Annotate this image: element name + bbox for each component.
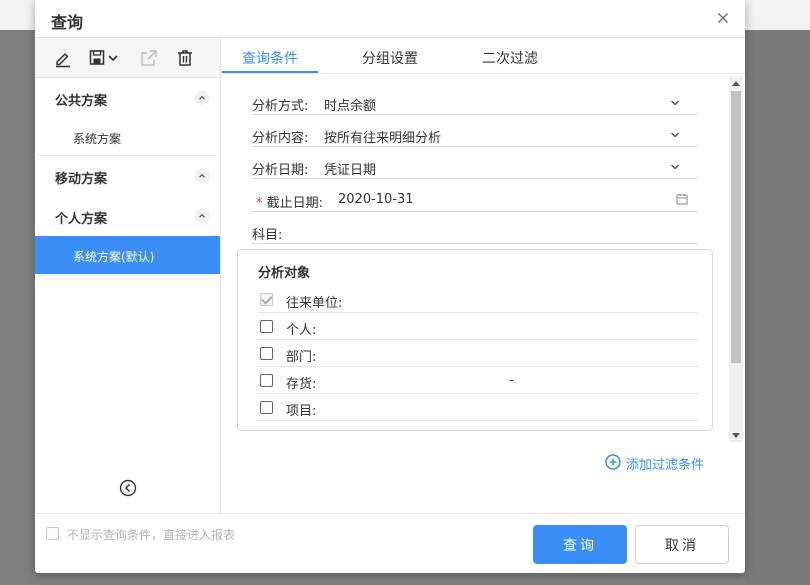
inventory-checkbox[interactable] (260, 374, 273, 387)
object-row-department: 部门: (258, 340, 698, 367)
sidebar-item-system-scheme-default[interactable]: 系统方案(默认) (35, 236, 220, 274)
field-label: 科目: (252, 228, 283, 243)
field-label-text: 截止日期: (266, 196, 324, 211)
chevron-down-icon[interactable] (670, 98, 680, 108)
section-public-schemes[interactable]: 公共方案 (35, 78, 220, 118)
analysis-method-select[interactable]: 分析方式: 时点余额 (252, 91, 698, 115)
analysis-date-select[interactable]: 分析日期: 凭证日期 (252, 155, 698, 179)
chevron-up-icon[interactable] (195, 209, 209, 223)
object-label: 部门: (286, 350, 317, 365)
sidebar-item-label: 系统方案(默认) (73, 250, 155, 264)
individual-checkbox[interactable] (260, 320, 273, 333)
collapse-left-icon[interactable] (119, 479, 137, 497)
field-value: 按所有往来明细分析 (324, 131, 442, 146)
calendar-icon[interactable] (676, 193, 688, 205)
object-label: 存货: (286, 377, 317, 392)
object-label: 往来单位: (286, 296, 343, 311)
form-scrollbar[interactable] (729, 76, 743, 442)
plus-circle-icon (605, 454, 621, 470)
analysis-content-select[interactable]: 分析内容: 按所有往来明细分析 (252, 123, 698, 147)
chevron-up-icon[interactable] (195, 91, 209, 105)
tab-query-conditions[interactable]: 查询条件 (242, 48, 298, 68)
active-tab-indicator (222, 71, 318, 73)
counterparty-checkbox[interactable] (260, 293, 273, 306)
field-label: 分析内容: (252, 131, 309, 146)
scroll-up-arrow-icon[interactable] (732, 81, 740, 86)
tab-secondary-filter[interactable]: 二次过滤 (482, 48, 538, 68)
field-value: 凭证日期 (324, 163, 377, 178)
project-checkbox[interactable] (260, 401, 273, 414)
panel-title: 分析对象 (258, 266, 311, 281)
sidebar-item-label: 系统方案 (73, 132, 122, 146)
cutoff-date-value[interactable]: 2020-10-31 (338, 192, 414, 207)
section-title: 个人方案 (55, 212, 108, 227)
field-label: 分析方式: (252, 99, 309, 114)
cutoff-date-field[interactable]: * 截止日期: 2020-10-31 (252, 188, 698, 212)
chevron-down-icon[interactable] (670, 162, 680, 172)
background-overlay (745, 30, 810, 585)
analysis-objects-panel: 分析对象 往来单位: 个人: 部门: 存货: - 项目: (237, 249, 713, 431)
close-icon[interactable] (715, 10, 731, 26)
section-title: 公共方案 (55, 94, 108, 109)
section-mobile-schemes[interactable]: 移动方案 (35, 156, 220, 196)
dialog-footer: 不显示查询条件，直接进入报表 查询 取消 (35, 513, 745, 573)
department-checkbox[interactable] (260, 347, 273, 360)
query-dialog: 查询 公共方案 系统方案 移动方案 个人方案 系统方案(默认) 查询条件 分组设… (35, 0, 745, 573)
section-personal-schemes[interactable]: 个人方案 (35, 196, 220, 236)
delete-icon[interactable] (175, 48, 195, 68)
field-label: 分析日期: (252, 163, 309, 178)
object-row-project: 项目: (258, 394, 698, 421)
required-mark: * (256, 196, 263, 211)
dialog-title: 查询 (51, 13, 84, 32)
inventory-range-separator: - (509, 373, 514, 388)
skip-conditions-label: 不显示查询条件，直接进入报表 (67, 528, 236, 542)
skip-conditions-checkbox[interactable] (46, 527, 59, 540)
export-icon (141, 50, 157, 66)
object-row-individual: 个人: (258, 313, 698, 340)
object-label: 项目: (286, 404, 317, 419)
save-icon[interactable] (89, 48, 105, 68)
sidebar-item-system-scheme[interactable]: 系统方案 (35, 118, 220, 156)
edit-icon[interactable] (53, 48, 73, 68)
cancel-button[interactable]: 取消 (635, 525, 729, 564)
tab-bar: 查询条件 分组设置 二次过滤 (222, 38, 745, 74)
scheme-toolbar (35, 38, 220, 78)
tab-group-settings[interactable]: 分组设置 (362, 48, 418, 68)
object-row-counterparty: 往来单位: (258, 286, 698, 313)
scheme-sidebar: 公共方案 系统方案 移动方案 个人方案 系统方案(默认) (35, 38, 221, 513)
scrollbar-thumb[interactable] (731, 91, 741, 363)
field-label: * 截止日期: (256, 192, 323, 211)
chevron-up-icon[interactable] (195, 169, 209, 183)
chevron-down-icon[interactable] (107, 48, 119, 68)
subject-field[interactable]: 科目: (252, 220, 698, 244)
scroll-down-arrow-icon[interactable] (732, 433, 740, 438)
chevron-down-icon[interactable] (670, 130, 680, 140)
query-button[interactable]: 查询 (533, 525, 627, 564)
object-label: 个人: (286, 323, 317, 338)
dialog-title-bar: 查询 (35, 0, 745, 38)
field-value: 时点余额 (324, 99, 377, 114)
section-title: 移动方案 (55, 172, 108, 187)
query-main-panel: 查询条件 分组设置 二次过滤 分析方式: 时点余额 分析内容: 按所有往来明细分… (222, 38, 745, 513)
add-filter-label: 添加过滤条件 (626, 458, 705, 473)
object-row-inventory: 存货: - (258, 367, 698, 394)
